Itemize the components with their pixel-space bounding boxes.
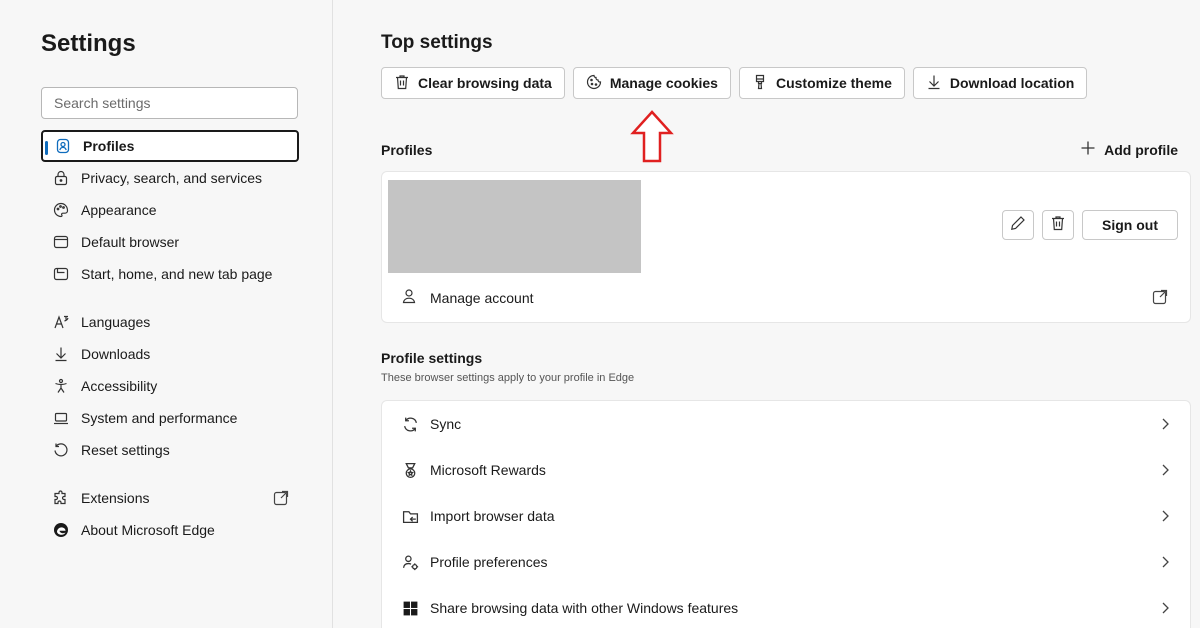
home-tab-icon bbox=[53, 266, 69, 282]
reset-icon bbox=[53, 442, 69, 458]
sidebar: Settings Profiles Privacy, search, and s… bbox=[0, 0, 333, 628]
row-label: Profile preferences bbox=[430, 554, 548, 570]
sync-icon bbox=[401, 415, 419, 433]
search-input[interactable] bbox=[41, 87, 298, 119]
download-icon bbox=[53, 346, 69, 362]
browser-icon bbox=[53, 234, 69, 250]
edge-logo-icon bbox=[53, 522, 69, 538]
page-title: Settings bbox=[41, 30, 136, 57]
sidebar-item-appearance[interactable]: Appearance bbox=[41, 194, 299, 226]
manage-account-label: Manage account bbox=[430, 289, 534, 306]
button-label: Manage cookies bbox=[609, 75, 718, 91]
sidebar-item-about[interactable]: About Microsoft Edge bbox=[41, 514, 299, 546]
sidebar-item-accessibility[interactable]: Accessibility bbox=[41, 370, 299, 402]
settings-row-import[interactable]: Import browser data bbox=[382, 493, 1190, 539]
settings-row-profile-preferences[interactable]: Profile preferences bbox=[382, 539, 1190, 585]
sidebar-item-privacy[interactable]: Privacy, search, and services bbox=[41, 162, 299, 194]
cookie-icon bbox=[586, 74, 602, 93]
row-label: Share browsing data with other Windows f… bbox=[430, 600, 739, 616]
accessibility-icon bbox=[53, 378, 69, 394]
chevron-right-icon bbox=[1162, 464, 1169, 476]
sidebar-item-label: Privacy, search, and services bbox=[81, 170, 263, 186]
sidebar-item-start-home[interactable]: Start, home, and new tab page bbox=[41, 258, 299, 290]
chevron-right-icon bbox=[1162, 418, 1169, 430]
row-label: Microsoft Rewards bbox=[430, 462, 546, 478]
settings-row-share-windows[interactable]: Share browsing data with other Windows f… bbox=[382, 585, 1190, 628]
sidebar-item-profiles[interactable]: Profiles bbox=[41, 130, 299, 162]
sidebar-item-label: Profiles bbox=[83, 138, 135, 154]
add-profile-label: Add profile bbox=[1104, 141, 1178, 158]
manage-cookies-button[interactable]: Manage cookies bbox=[572, 67, 731, 99]
languages-icon bbox=[53, 314, 69, 330]
sidebar-item-label: Default browser bbox=[81, 234, 180, 250]
open-external-icon bbox=[273, 490, 289, 506]
chevron-right-icon bbox=[1162, 510, 1169, 522]
settings-row-sync[interactable]: Sync bbox=[382, 401, 1190, 447]
trash-icon bbox=[1050, 215, 1066, 236]
main-content: Top settings Clear browsing data Manage … bbox=[333, 0, 1200, 628]
chevron-right-icon bbox=[1162, 556, 1169, 568]
annotation-arrow-icon bbox=[630, 110, 674, 163]
top-settings-buttons: Clear browsing data Manage cookies Custo… bbox=[381, 67, 1088, 99]
top-settings-title: Top settings bbox=[381, 32, 493, 53]
download-location-button[interactable]: Download location bbox=[912, 67, 1088, 99]
button-label: Clear browsing data bbox=[418, 75, 552, 91]
row-label: Sync bbox=[430, 416, 462, 432]
download-icon bbox=[926, 74, 942, 93]
sidebar-item-languages[interactable]: Languages bbox=[41, 306, 299, 338]
brush-icon bbox=[752, 74, 768, 93]
profiles-section-label: Profiles bbox=[381, 142, 433, 158]
sidebar-item-extensions[interactable]: Extensions bbox=[41, 482, 299, 514]
button-label: Download location bbox=[949, 75, 1075, 91]
sidebar-item-label: Reset settings bbox=[81, 442, 170, 458]
customize-theme-button[interactable]: Customize theme bbox=[738, 67, 905, 99]
sidebar-item-reset[interactable]: Reset settings bbox=[41, 434, 299, 466]
sidebar-item-label: Extensions bbox=[81, 490, 150, 506]
sidebar-item-label: About Microsoft Edge bbox=[81, 522, 215, 538]
profile-preferences-icon bbox=[401, 553, 419, 571]
puzzle-icon bbox=[53, 490, 69, 506]
settings-row-rewards[interactable]: Microsoft Rewards bbox=[382, 447, 1190, 493]
pencil-icon bbox=[1010, 215, 1026, 236]
sidebar-item-label: Appearance bbox=[81, 202, 157, 218]
sign-out-button[interactable]: Sign out bbox=[1082, 210, 1178, 240]
profile-card: Sign out Manage account bbox=[381, 171, 1191, 323]
clear-browsing-data-button[interactable]: Clear browsing data bbox=[381, 67, 565, 99]
sidebar-item-label: System and performance bbox=[81, 410, 238, 426]
button-label: Customize theme bbox=[775, 75, 892, 91]
person-icon bbox=[401, 288, 430, 307]
windows-icon bbox=[401, 599, 419, 617]
sidebar-nav: Profiles Privacy, search, and services A… bbox=[41, 130, 299, 546]
sidebar-item-default-browser[interactable]: Default browser bbox=[41, 226, 299, 258]
rewards-icon bbox=[401, 461, 419, 479]
sidebar-item-system[interactable]: System and performance bbox=[41, 402, 299, 434]
open-external-icon[interactable] bbox=[1152, 289, 1168, 305]
manage-account-link[interactable]: Manage account bbox=[401, 288, 534, 307]
redacted-profile-info bbox=[388, 180, 641, 273]
sidebar-item-label: Start, home, and new tab page bbox=[81, 266, 273, 282]
edit-profile-button[interactable] bbox=[1002, 210, 1034, 240]
lock-icon bbox=[53, 170, 69, 186]
laptop-icon bbox=[53, 410, 69, 426]
trash-icon bbox=[394, 74, 410, 93]
sidebar-item-label: Languages bbox=[81, 314, 151, 330]
sidebar-item-label: Downloads bbox=[81, 346, 151, 362]
profile-settings-subtitle: These browser settings apply to your pro… bbox=[381, 372, 635, 384]
row-label: Import browser data bbox=[430, 508, 555, 524]
add-profile-button[interactable]: Add profile bbox=[1080, 140, 1178, 159]
palette-icon bbox=[53, 202, 69, 218]
plus-icon bbox=[1080, 140, 1096, 159]
profile-icon bbox=[55, 138, 71, 154]
import-icon bbox=[401, 507, 419, 525]
profile-settings-list: Sync Microsoft Rewards Import browser da… bbox=[381, 400, 1191, 628]
sidebar-item-downloads[interactable]: Downloads bbox=[41, 338, 299, 370]
delete-profile-button[interactable] bbox=[1042, 210, 1074, 240]
sidebar-item-label: Accessibility bbox=[81, 378, 158, 394]
profile-settings-title: Profile settings bbox=[381, 350, 483, 366]
chevron-right-icon bbox=[1162, 602, 1169, 614]
